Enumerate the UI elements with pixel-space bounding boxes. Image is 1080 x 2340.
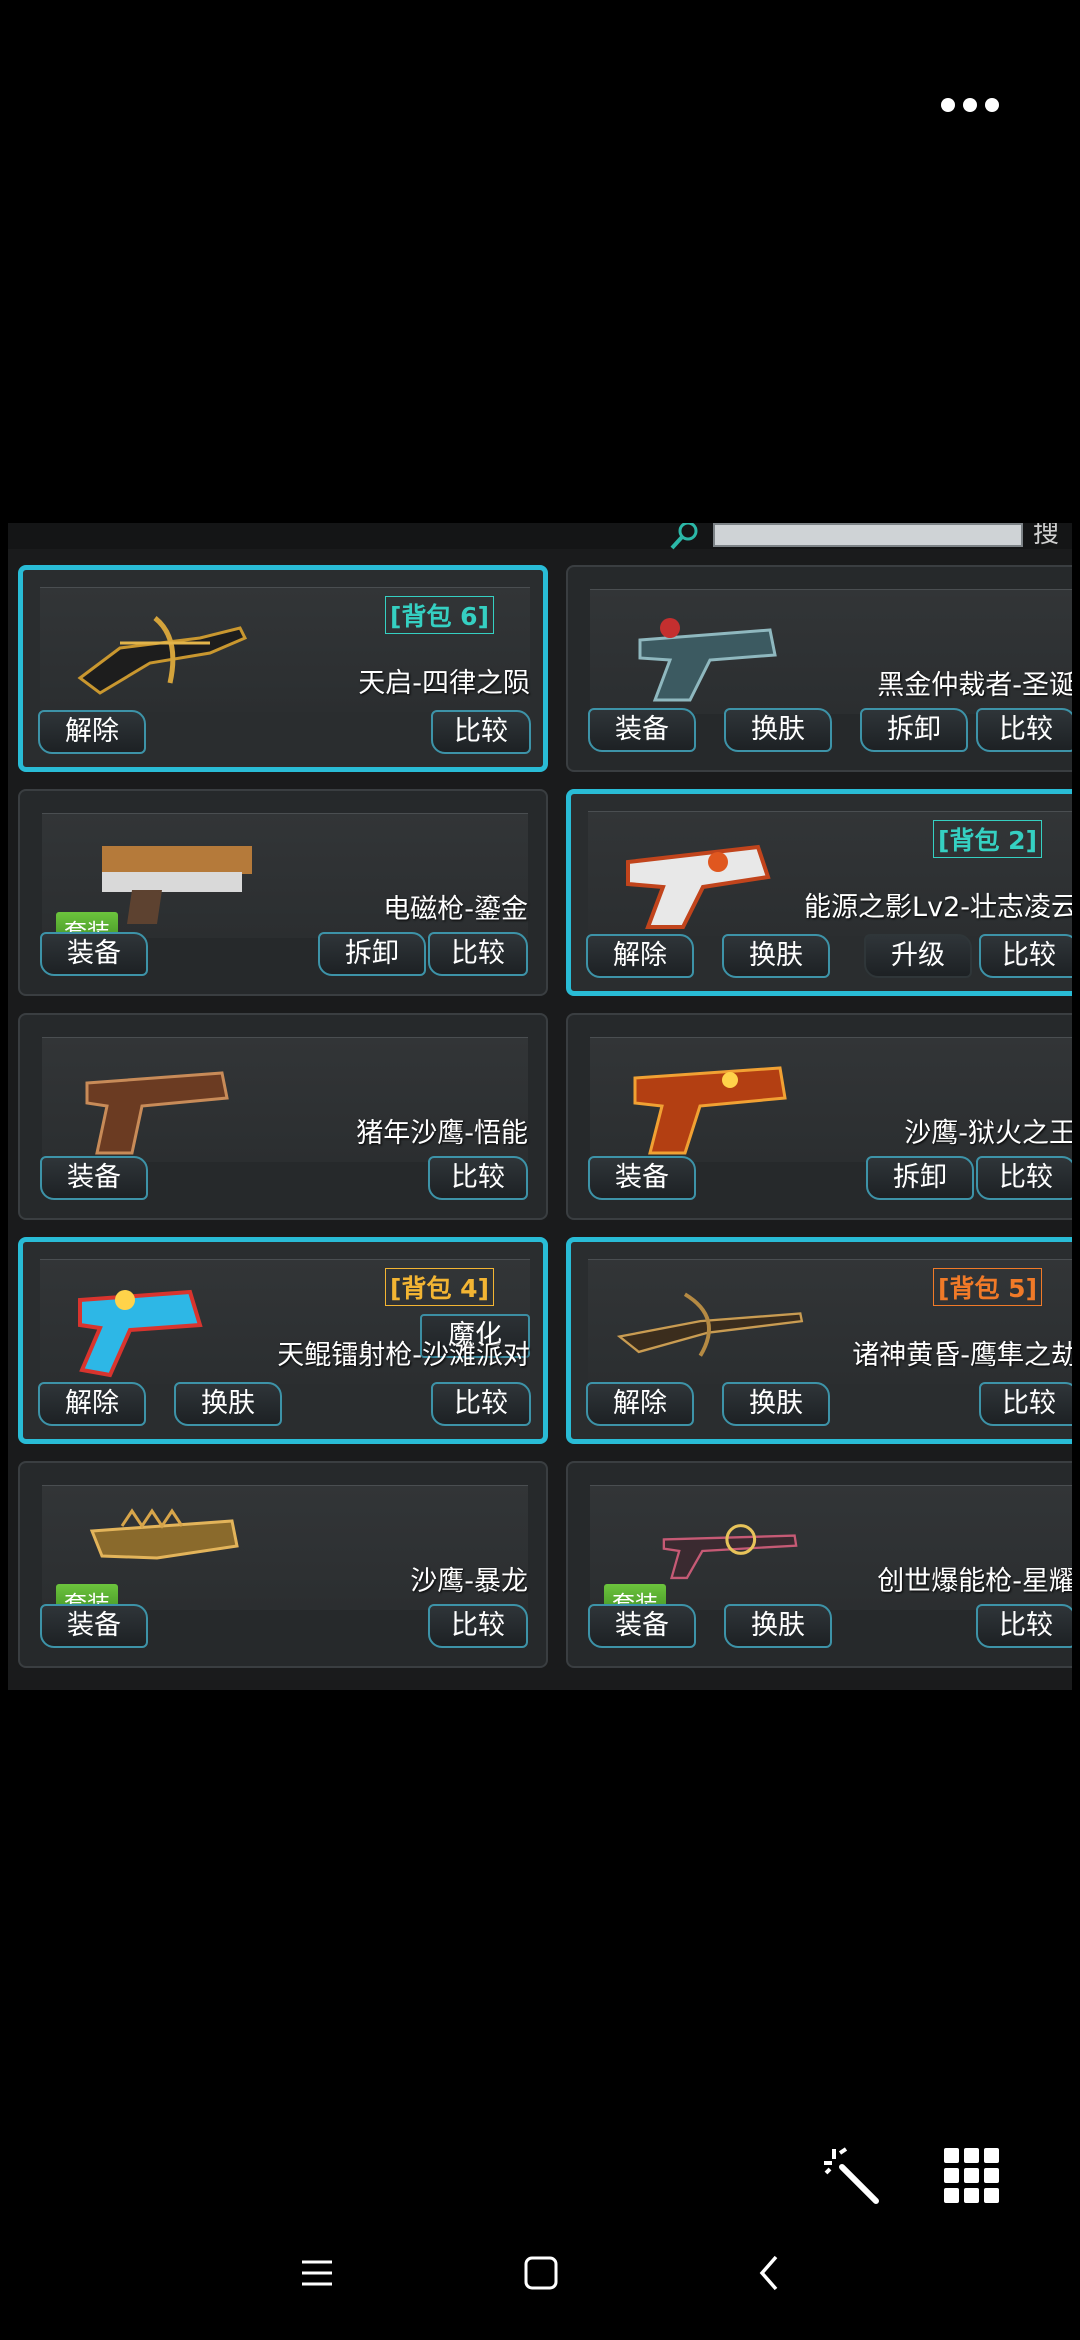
backpack-tag: [背包 4]: [385, 1268, 494, 1306]
weapon-display: [背包 5] 诸神黄昏-鹰隼之劫: [588, 1259, 1072, 1384]
skin-button[interactable]: 换肤: [724, 708, 832, 752]
weapon-name: 诸神黄昏-鹰隼之劫: [852, 1340, 1072, 1371]
dismantle-button[interactable]: 拆卸: [866, 1156, 974, 1200]
laser-gun-image: [78, 1289, 203, 1378]
weapon-display: 套装 电磁枪-鎏金: [42, 813, 528, 948]
search-icon[interactable]: [668, 523, 700, 551]
weapon-display: 沙鹰-狱火之王: [590, 1037, 1072, 1162]
action-buttons: 装备 比较: [40, 1604, 530, 1648]
backpack-tag: [背包 5]: [933, 1268, 1042, 1306]
weapon-card[interactable]: 套装 创世爆能枪-星耀 装备 换肤 比较: [566, 1461, 1072, 1668]
dot-icon: [941, 98, 955, 112]
weapon-name: 天启-四律之陨: [358, 668, 530, 699]
weapon-display: 猪年沙鹰-悟能: [42, 1037, 528, 1162]
upgrade-button[interactable]: 升级: [864, 934, 972, 978]
energy-pistol-image: [626, 844, 771, 929]
action-buttons: 解除 换肤 比较: [586, 1382, 1072, 1426]
equip-button[interactable]: 装备: [588, 708, 696, 752]
weapon-card[interactable]: [背包 5] 诸神黄昏-鹰隼之劫 解除 换肤 比较: [566, 1237, 1072, 1444]
equip-button[interactable]: 装备: [588, 1156, 696, 1200]
weapon-card[interactable]: 套装 电磁枪-鎏金 装备 拆卸 比较: [18, 789, 548, 996]
action-buttons: 装备 拆卸 比较: [588, 1156, 1072, 1200]
weapon-display: [背包 4] 魔化 天鲲镭射枪-沙滩派对: [40, 1259, 530, 1384]
equip-button[interactable]: 装备: [40, 932, 148, 976]
action-buttons: 装备 换肤 比较: [588, 1604, 1072, 1648]
weapon-name: 创世爆能枪-星耀: [877, 1566, 1072, 1597]
grid-icon[interactable]: [944, 2148, 1000, 2204]
weapon-name: 猪年沙鹰-悟能: [356, 1118, 528, 1149]
desert-eagle-image: [85, 1071, 229, 1155]
menu-icon[interactable]: [300, 2258, 334, 2288]
search-bar: 搜: [8, 523, 1072, 551]
pistol-image: [638, 618, 777, 702]
weapon-card[interactable]: [背包 4] 魔化 天鲲镭射枪-沙滩派对 解除 换肤 比较: [18, 1237, 548, 1444]
compare-button[interactable]: 比较: [428, 1604, 528, 1648]
skin-button[interactable]: 换肤: [722, 934, 830, 978]
skin-button[interactable]: 换肤: [174, 1382, 282, 1426]
compare-button[interactable]: 比较: [976, 1604, 1072, 1648]
action-buttons: 解除 比较: [38, 710, 532, 754]
compare-button[interactable]: 比较: [976, 1156, 1072, 1200]
weapon-display: 黑金仲裁者-圣诞: [590, 589, 1072, 714]
compare-button[interactable]: 比较: [428, 932, 528, 976]
backpack-tag: [背包 6]: [385, 596, 494, 634]
weapon-card[interactable]: 黑金仲裁者-圣诞 装备 换肤 拆卸 比较: [566, 565, 1072, 772]
weapon-inventory-panel: 搜 [背包 6] 天启-四律之陨 解除 比较 黑金仲裁者-圣诞 装备 换肤 拆卸…: [8, 523, 1072, 1690]
more-options-button[interactable]: [930, 90, 1010, 120]
weapon-display: 套装 创世爆能枪-星耀: [590, 1485, 1072, 1620]
action-buttons: 装备 换肤 拆卸 比较: [588, 708, 1072, 752]
dismantle-button[interactable]: 拆卸: [318, 932, 426, 976]
compare-button[interactable]: 比较: [428, 1156, 528, 1200]
dot-icon: [985, 98, 999, 112]
equip-button[interactable]: 装备: [40, 1156, 148, 1200]
action-buttons: 装备 拆卸 比较: [40, 932, 530, 976]
skin-button[interactable]: 换肤: [724, 1604, 832, 1648]
home-square-icon[interactable]: [524, 2256, 558, 2290]
weapon-name: 沙鹰-暴龙: [410, 1566, 528, 1597]
weapon-name: 能源之影Lv2-壮志凌云: [804, 892, 1072, 923]
weapon-card[interactable]: 沙鹰-狱火之王 装备 拆卸 比较: [566, 1013, 1072, 1220]
skin-button[interactable]: 换肤: [722, 1382, 830, 1426]
unequip-button[interactable]: 解除: [586, 934, 694, 978]
action-buttons: 解除 换肤 升级 比较: [586, 934, 1072, 978]
compare-button[interactable]: 比较: [431, 710, 531, 754]
weapon-card[interactable]: 猪年沙鹰-悟能 装备 比较: [18, 1013, 548, 1220]
equip-button[interactable]: 装备: [40, 1604, 148, 1648]
weapon-name: 沙鹰-狱火之王: [904, 1118, 1072, 1149]
back-chevron-icon[interactable]: [758, 2254, 780, 2292]
crossbow-image: [77, 616, 248, 695]
dot-icon: [963, 98, 977, 112]
action-buttons: 解除 换肤 比较: [38, 1382, 532, 1426]
weapon-card[interactable]: [背包 6] 天启-四律之陨 解除 比较: [18, 565, 548, 772]
dismantle-button[interactable]: 拆卸: [860, 708, 968, 752]
weapon-display: 套装 沙鹰-暴龙: [42, 1485, 528, 1620]
flame-pistol-image: [633, 1066, 787, 1155]
compare-button[interactable]: 比较: [979, 1382, 1072, 1426]
compare-button[interactable]: 比较: [976, 708, 1072, 752]
weapon-display: [背包 6] 天启-四律之陨: [40, 587, 530, 712]
magic-wand-icon[interactable]: [820, 2145, 884, 2209]
crossbow-image: [616, 1292, 804, 1357]
weapon-card[interactable]: 套装 沙鹰-暴龙 装备 比较: [18, 1461, 548, 1668]
action-buttons: 装备 比较: [40, 1156, 530, 1200]
search-input[interactable]: [713, 523, 1023, 547]
weapon-display: [背包 2] 能源之影Lv2-壮志凌云: [588, 811, 1072, 936]
backpack-tag: [背包 2]: [933, 820, 1042, 858]
search-button[interactable]: 搜: [1033, 523, 1072, 549]
unequip-button[interactable]: 解除: [38, 1382, 146, 1426]
weapon-name: 天鲲镭射枪-沙滩派对: [277, 1340, 530, 1371]
compare-button[interactable]: 比较: [431, 1382, 531, 1426]
weapon-name: 黑金仲裁者-圣诞: [877, 670, 1072, 701]
equip-button[interactable]: 装备: [588, 1604, 696, 1648]
compare-button[interactable]: 比较: [979, 934, 1072, 978]
weapon-name: 电磁枪-鎏金: [383, 894, 528, 925]
unequip-button[interactable]: 解除: [38, 710, 146, 754]
weapon-card[interactable]: [背包 2] 能源之影Lv2-壮志凌云 解除 换肤 升级 比较: [566, 789, 1072, 996]
unequip-button[interactable]: 解除: [586, 1382, 694, 1426]
